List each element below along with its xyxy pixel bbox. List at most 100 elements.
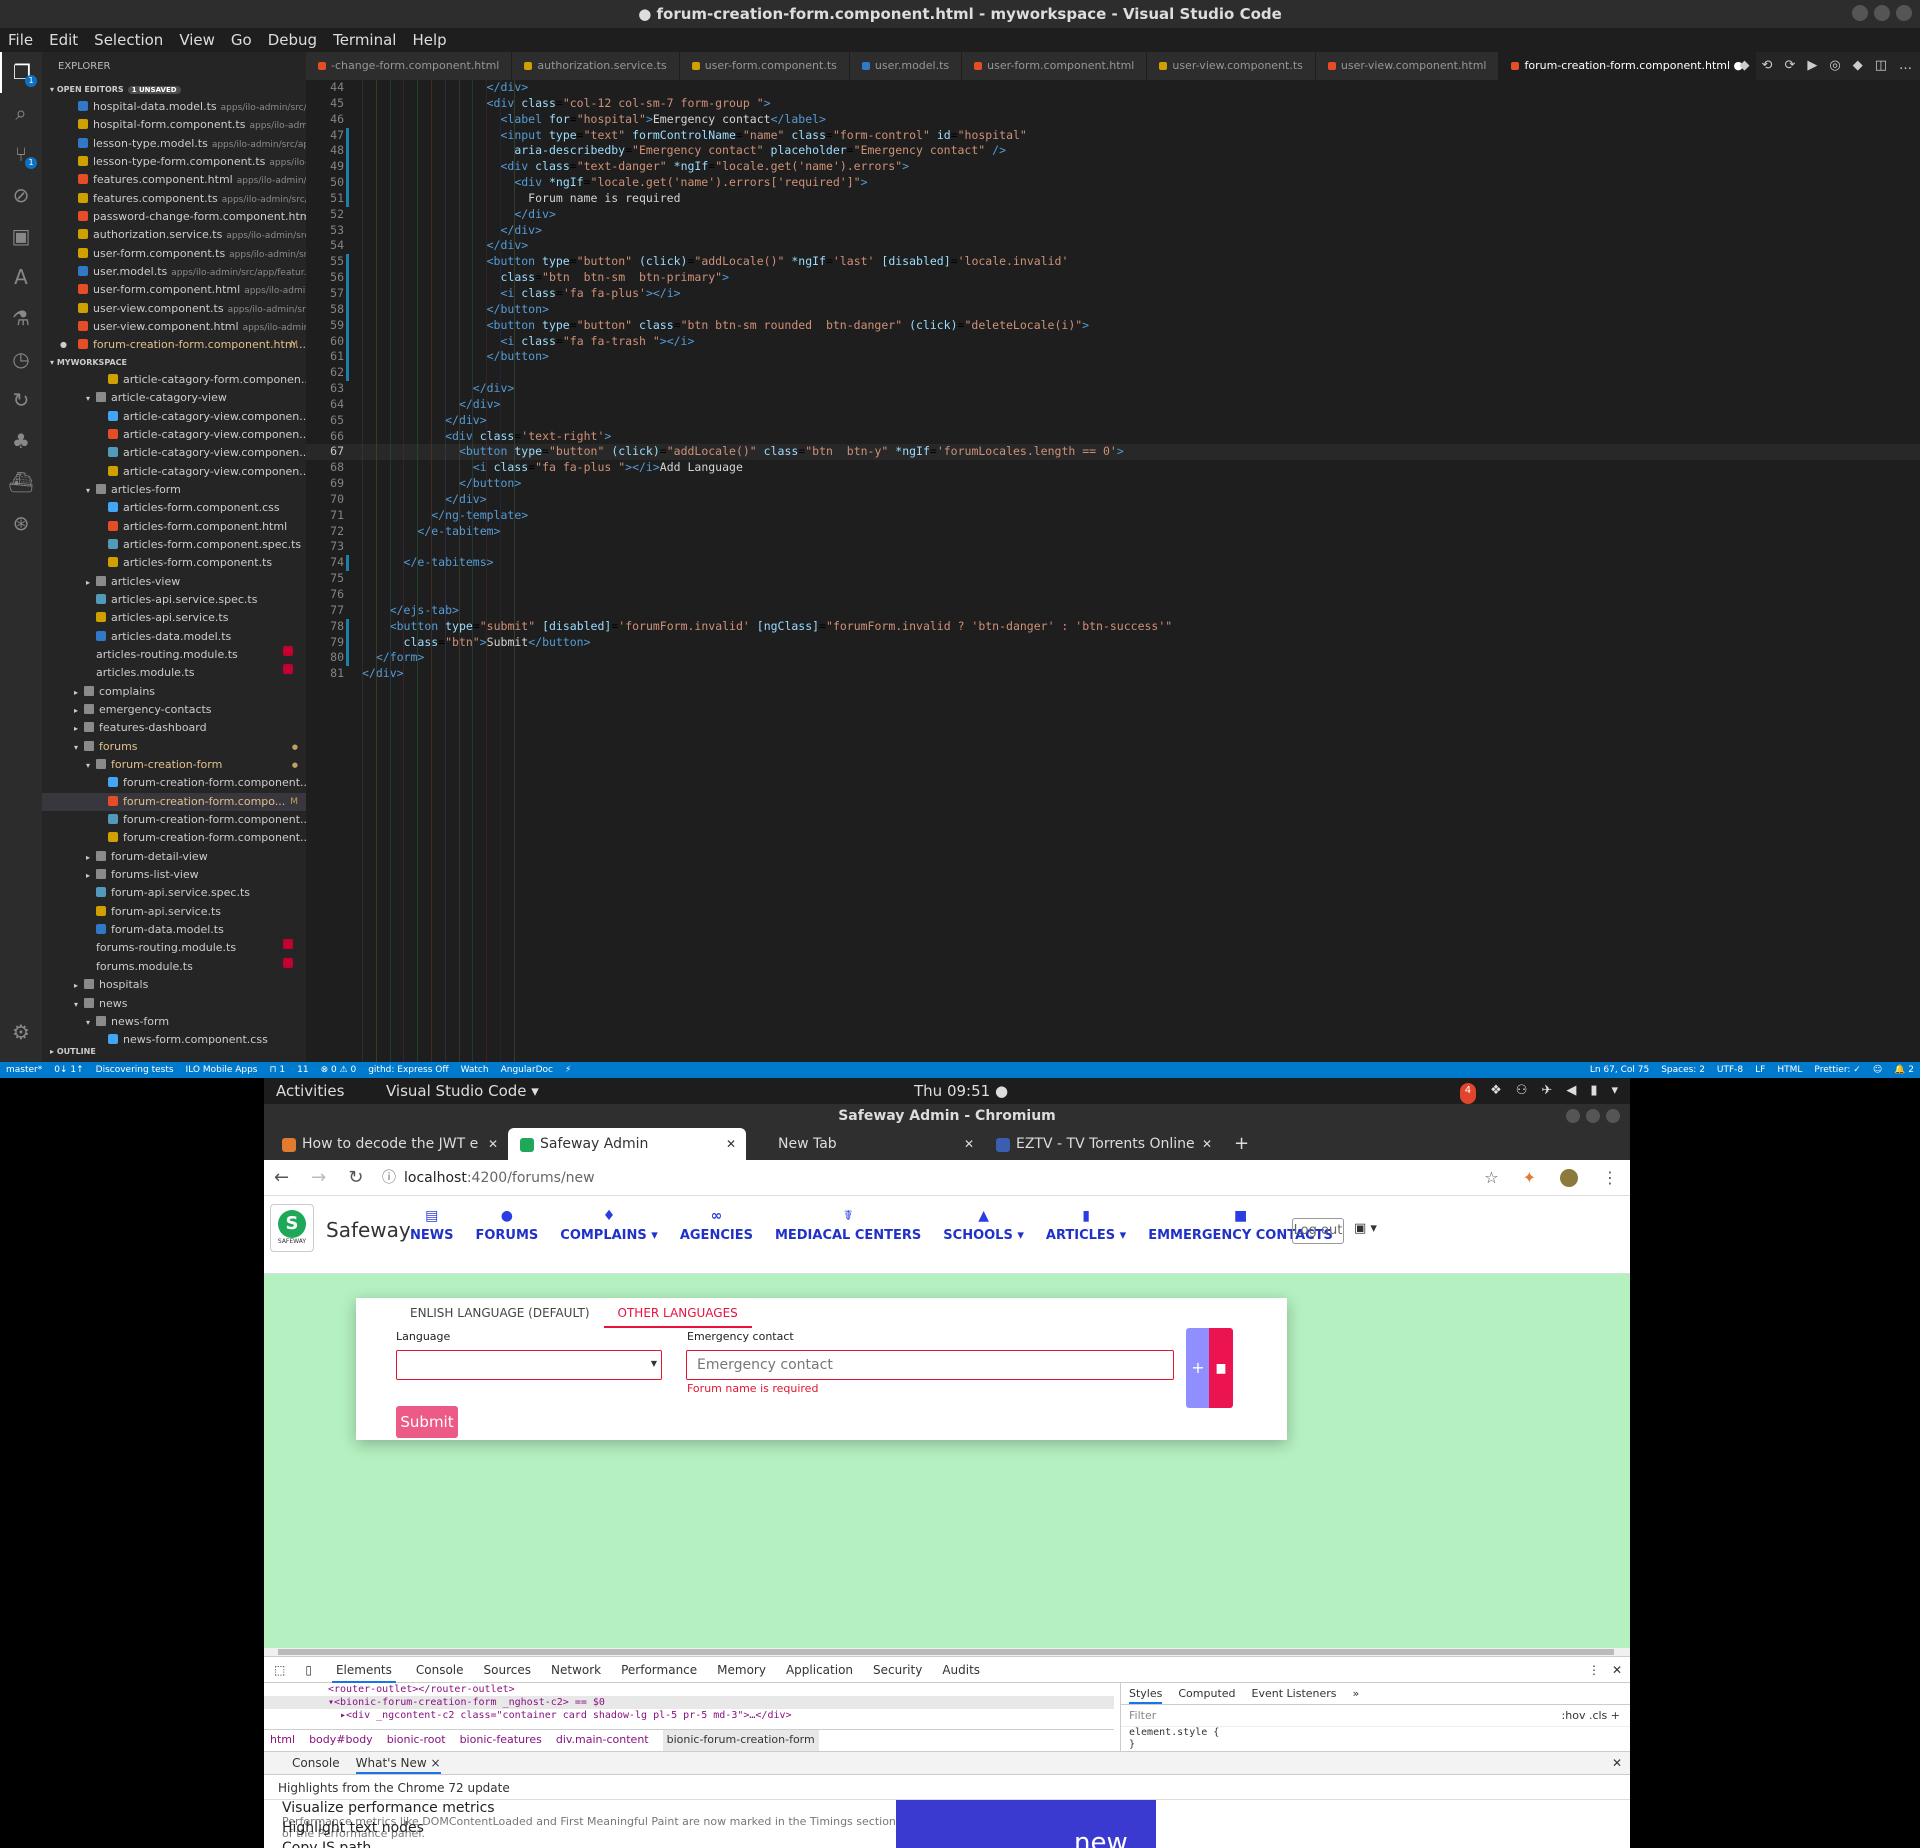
- settings-gear-icon[interactable]: ⚙: [0, 1012, 42, 1053]
- code-line[interactable]: 69 </button>: [306, 476, 1920, 492]
- open-editor-item[interactable]: hospital-form.component.tsapps/ilo-admi.…: [42, 116, 306, 134]
- status-item[interactable]: 🔔 2: [1894, 1062, 1914, 1078]
- forward-arrow-icon[interactable]: →: [311, 1160, 326, 1196]
- dom-node[interactable]: <router-outlet></router-outlet>: [264, 1683, 1114, 1696]
- devtools-tab-sources[interactable]: Sources: [484, 1663, 531, 1677]
- open-editor-item[interactable]: ● forum-creation-form.component.htm... M: [42, 336, 306, 354]
- more-actions-icon[interactable]: …: [1899, 52, 1912, 80]
- maximize-button[interactable]: [1874, 5, 1890, 21]
- menu-item-help[interactable]: Help: [412, 31, 446, 49]
- battery-icon[interactable]: ▮: [1590, 1078, 1597, 1104]
- maximize-button[interactable]: [1586, 1109, 1600, 1123]
- code-line[interactable]: 78 <button type="submit" [disabled]='for…: [306, 618, 1920, 635]
- nav-news[interactable]: ▤ NEWS: [410, 1208, 453, 1243]
- open-editor-item[interactable]: password-change-form.component.htmla...: [42, 208, 306, 226]
- styles-tab[interactable]: Event Listeners: [1252, 1683, 1337, 1704]
- open-editor-item[interactable]: user-form.component.tsapps/ilo-admin/src…: [42, 245, 306, 263]
- code-line[interactable]: 74 </e-tabitems>: [306, 555, 1920, 572]
- nav-schools[interactable]: ▲ SCHOOLS ▾: [943, 1208, 1024, 1243]
- folder-item[interactable]: ▸ articles-view: [42, 573, 306, 591]
- file-item[interactable]: articles-routing.module.ts: [42, 645, 306, 664]
- editor-tab[interactable]: authorization.service.ts: [512, 52, 680, 80]
- workspace-section[interactable]: ▾ MYWORKSPACE: [42, 355, 306, 371]
- delete-locale-button[interactable]: ▆: [1209, 1328, 1233, 1408]
- open-editor-item[interactable]: user-view.component.tsapps/ilo-admin/src…: [42, 300, 306, 318]
- clock[interactable]: Thu 09:51 ●: [914, 1078, 1008, 1104]
- status-item[interactable]: Discovering tests: [96, 1062, 174, 1078]
- code-line[interactable]: 81 </div>: [306, 666, 1920, 682]
- devtools-tab-application[interactable]: Application: [786, 1663, 853, 1677]
- breadcrumb-item[interactable]: bionic-features: [460, 1730, 542, 1751]
- close-tab-icon[interactable]: ✕: [964, 1128, 974, 1160]
- nav-agencies[interactable]: ∞ AGENCIES: [680, 1208, 753, 1243]
- status-item[interactable]: AngularDoc: [501, 1062, 553, 1078]
- file-item[interactable]: forum-data.model.ts: [42, 921, 306, 939]
- inspect-icon[interactable]: ⬚: [274, 1663, 285, 1677]
- status-item[interactable]: ⚡: [565, 1062, 571, 1078]
- close-tab-icon[interactable]: ✕: [1202, 1128, 1212, 1160]
- status-item[interactable]: Ln 67, Col 75: [1590, 1062, 1649, 1078]
- styles-tab[interactable]: Styles: [1129, 1683, 1163, 1704]
- device-toolbar-icon[interactable]: ▯: [305, 1663, 312, 1677]
- code-line[interactable]: 52 </div>: [306, 207, 1920, 223]
- folder-item[interactable]: ▾ article-catagory-view: [42, 389, 306, 407]
- nav-complains[interactable]: ♦ COMPLAINS ▾: [560, 1208, 658, 1243]
- menu-kebab-icon[interactable]: ⋮: [1602, 1160, 1618, 1196]
- close-tab-icon[interactable]: ✕: [726, 1128, 736, 1160]
- file-item[interactable]: article-catagory-view.componen...: [42, 426, 306, 444]
- folder-item[interactable]: ▾ articles-form: [42, 481, 306, 499]
- minimize-button[interactable]: [1566, 1109, 1580, 1123]
- editor-tab[interactable]: user-form.component.ts: [679, 52, 850, 80]
- submit-button[interactable]: Submit: [396, 1406, 458, 1438]
- open-editor-item[interactable]: features.component.tsapps/ilo-admin/src/…: [42, 190, 306, 208]
- editor-tab[interactable]: user-form.component.html: [962, 52, 1148, 80]
- file-item[interactable]: articles-api.service.spec.ts: [42, 591, 306, 609]
- devtools-tab-performance[interactable]: Performance: [621, 1663, 697, 1677]
- status-item[interactable]: ILO Mobile Apps: [186, 1062, 258, 1078]
- code-line[interactable]: 75: [306, 571, 1920, 587]
- search-icon[interactable]: ⌕: [0, 93, 42, 134]
- file-item[interactable]: articles-form.component.html: [42, 518, 306, 536]
- status-item[interactable]: 11: [297, 1062, 308, 1078]
- dom-node[interactable]: ▸<div _ngcontent-c2 class="container car…: [264, 1709, 1114, 1722]
- open-editor-item[interactable]: user-form.component.htmlapps/ilo-admin/.…: [42, 281, 306, 299]
- file-item[interactable]: article-catagory-view.componen...: [42, 463, 306, 481]
- code-line[interactable]: 76: [306, 587, 1920, 603]
- toggle-icon[interactable]: ◆: [1853, 52, 1863, 80]
- element-style-rule[interactable]: element.style {: [1121, 1727, 1630, 1739]
- file-item[interactable]: forum-creation-form.compo... M: [42, 792, 306, 812]
- file-item[interactable]: forum-creation-form.component...: [42, 829, 306, 847]
- code-line[interactable]: 71 </ng-template>: [306, 508, 1920, 524]
- folder-item[interactable]: ▸ complains: [42, 683, 306, 701]
- tab-english[interactable]: ENLISH LANGUAGE (DEFAULT): [396, 1298, 604, 1328]
- devtools-menu-kebab-icon[interactable]: ⋮: [1588, 1663, 1600, 1677]
- folder-item[interactable]: ▾ news-form: [42, 1013, 306, 1031]
- code-line[interactable]: 47 <input type="text" formControlName="n…: [306, 127, 1920, 144]
- code-line[interactable]: 63 </div>: [306, 381, 1920, 397]
- code-line[interactable]: 59 <button type="button" class="btn btn-…: [306, 317, 1920, 334]
- menu-item-terminal[interactable]: Terminal: [333, 31, 396, 49]
- editor-tab[interactable]: user-view.component.html: [1315, 52, 1500, 80]
- file-item[interactable]: articles-form.component.spec.ts: [42, 536, 306, 554]
- menu-item-go[interactable]: Go: [231, 31, 252, 49]
- url-bar[interactable]: ⓘ localhost:4200/forums/new: [382, 1165, 1432, 1191]
- open-editor-item[interactable]: authorization.service.ts apps/ilo-admin/s…: [42, 226, 306, 244]
- language-select[interactable]: ▼: [396, 1350, 662, 1380]
- file-item[interactable]: articles-data.model.ts: [42, 628, 306, 646]
- activities-button[interactable]: Activities: [276, 1078, 344, 1104]
- safeway-logo[interactable]: S SAFEWAY: [270, 1204, 314, 1252]
- scrollbar-thumb[interactable]: [278, 1649, 1614, 1655]
- code-line[interactable]: 49 <div class="text-danger" *ngIf="local…: [306, 159, 1920, 176]
- horizontal-scrollbar[interactable]: [264, 1648, 1630, 1656]
- open-editor-item[interactable]: lesson-type-form.component.tsapps/ilo-a.…: [42, 153, 306, 171]
- file-item[interactable]: articles-form.component.css: [42, 499, 306, 517]
- file-item[interactable]: forum-api.service.spec.ts: [42, 884, 306, 902]
- info-icon[interactable]: ⓘ: [382, 1170, 396, 1186]
- status-item[interactable]: UTF-8: [1717, 1062, 1743, 1078]
- open-editor-item[interactable]: lesson-type.model.ts apps/ilo-admin/src/a…: [42, 135, 306, 153]
- styles-filter[interactable]: Filter:hov .cls +: [1121, 1705, 1630, 1727]
- code-line[interactable]: 45 <div class="col-12 col-sm-7 form-grou…: [306, 96, 1920, 112]
- chrome-72-promo-image[interactable]: new: [896, 1800, 1156, 1848]
- source-control-icon[interactable]: ⑂ 1: [0, 134, 42, 175]
- folder-item[interactable]: ▸ forums-list-view: [42, 866, 306, 884]
